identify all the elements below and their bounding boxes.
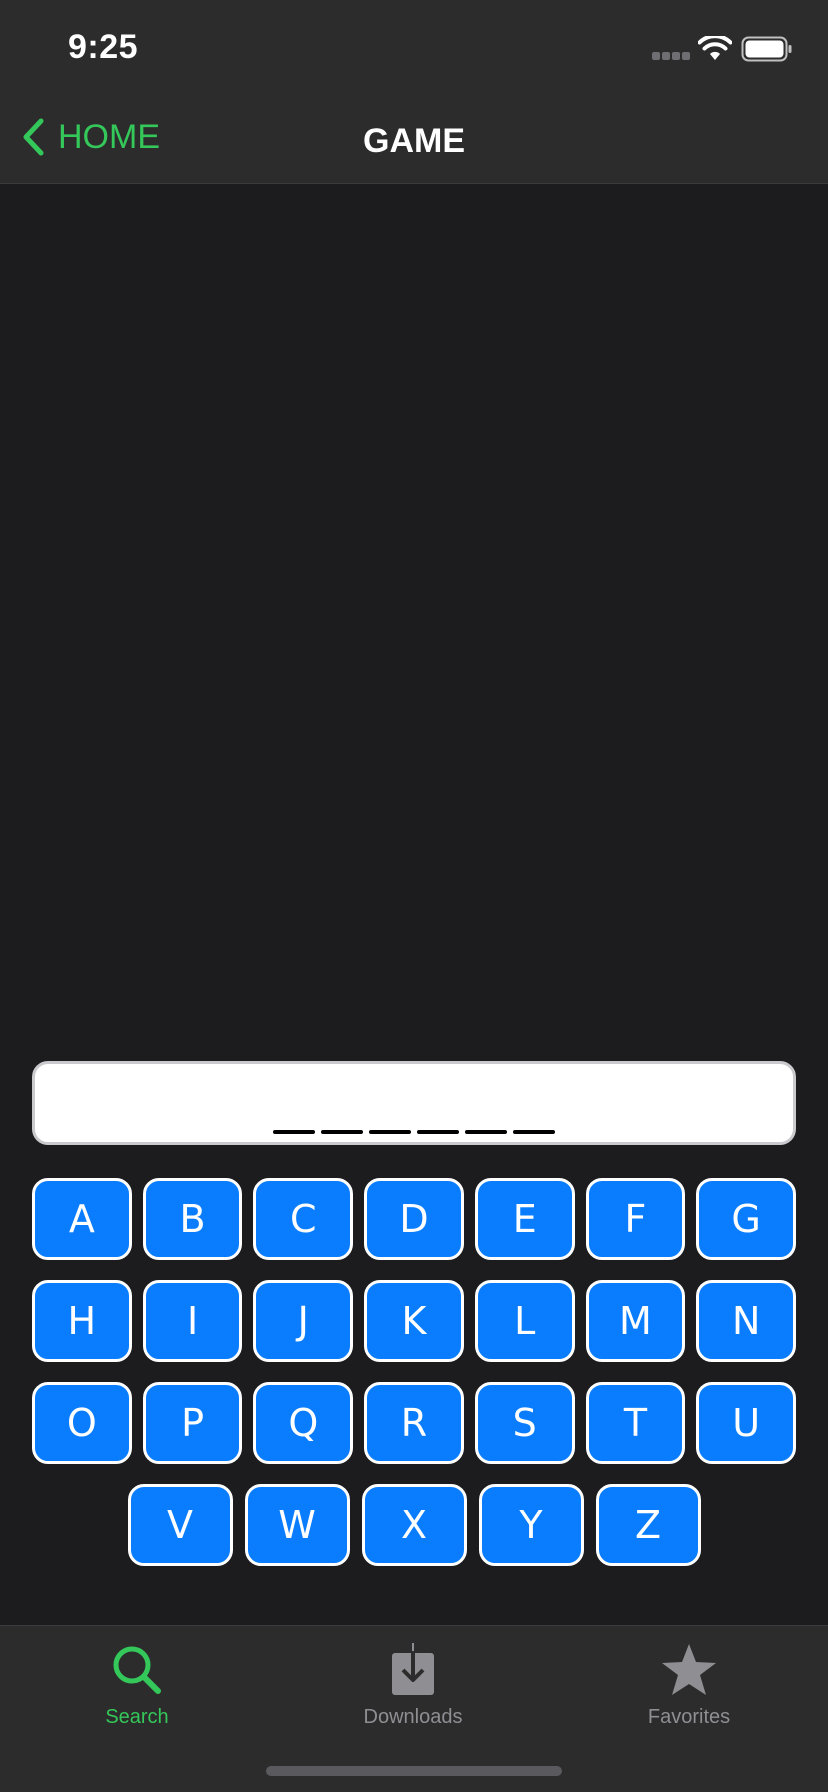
search-icon	[111, 1638, 163, 1702]
letter-key-y[interactable]: Y	[478, 1484, 584, 1566]
letter-key-o[interactable]: O	[31, 1382, 132, 1464]
navigation-bar: HOME GAME	[0, 92, 828, 184]
letter-key-q[interactable]: Q	[253, 1382, 354, 1464]
wifi-icon	[697, 34, 733, 67]
letter-key-c[interactable]: C	[253, 1178, 354, 1260]
tab-favorites[interactable]: Favorites	[589, 1638, 789, 1738]
letter-key-e[interactable]: E	[474, 1178, 575, 1260]
letter-blank	[321, 1130, 363, 1134]
keyboard-row: OPQRSTU	[31, 1382, 797, 1464]
letter-key-k[interactable]: K	[364, 1280, 464, 1362]
letter-key-x[interactable]: X	[361, 1484, 467, 1566]
cellular-signal-icon	[652, 52, 692, 62]
tab-bar: Search Downloads Favorites	[0, 1625, 828, 1792]
letter-key-m[interactable]: M	[585, 1280, 686, 1362]
battery-icon	[741, 36, 793, 67]
letter-key-f[interactable]: F	[585, 1178, 686, 1260]
letter-key-i[interactable]: I	[142, 1280, 243, 1362]
keyboard-row: HIJKLMN	[31, 1280, 797, 1362]
letter-key-n[interactable]: N	[696, 1280, 797, 1362]
letter-key-h[interactable]: H	[31, 1280, 132, 1362]
status-bar: 9:25	[0, 0, 828, 92]
letter-key-r[interactable]: R	[364, 1382, 464, 1464]
letter-key-g[interactable]: G	[696, 1178, 797, 1260]
letter-key-z[interactable]: Z	[595, 1484, 701, 1566]
letter-key-j[interactable]: J	[253, 1280, 354, 1362]
keyboard-row: VWXYZ	[32, 1484, 796, 1566]
letter-key-u[interactable]: U	[696, 1382, 797, 1464]
word-display	[32, 1061, 796, 1145]
letter-key-s[interactable]: S	[474, 1382, 575, 1464]
letter-key-v[interactable]: V	[127, 1484, 233, 1566]
letter-key-l[interactable]: L	[474, 1280, 575, 1362]
letter-key-a[interactable]: A	[31, 1178, 132, 1260]
letter-blank	[417, 1130, 459, 1134]
letter-key-b[interactable]: B	[142, 1178, 243, 1260]
status-time: 9:25	[68, 28, 139, 66]
star-icon	[660, 1638, 718, 1702]
letter-key-t[interactable]: T	[585, 1382, 686, 1464]
page-title: GAME	[363, 122, 465, 160]
letter-blank	[465, 1130, 507, 1134]
download-icon	[391, 1638, 435, 1702]
letter-blanks	[35, 1130, 793, 1134]
tab-search-label: Search	[105, 1706, 169, 1728]
letter-blank	[369, 1130, 411, 1134]
tab-search[interactable]: Search	[37, 1638, 237, 1738]
letter-key-w[interactable]: W	[244, 1484, 350, 1566]
letter-key-d[interactable]: D	[364, 1178, 464, 1260]
tab-downloads-label: Downloads	[363, 1706, 463, 1728]
keyboard-row: ABCDEFG	[31, 1178, 797, 1260]
tab-favorites-label: Favorites	[647, 1706, 731, 1728]
letter-blank	[273, 1130, 315, 1134]
home-indicator	[266, 1766, 562, 1776]
game-screen: 9:25 HO ME GAME A B C D E F G H I J K L M…	[0, 0, 828, 1792]
letter-blank	[513, 1130, 555, 1134]
letter-key-p[interactable]: P	[142, 1382, 243, 1464]
tab-downloads[interactable]: Downloads	[313, 1638, 513, 1738]
letter-keyboard: ABCDEFG HIJKLMN OPQRSTU VWXYZ	[31, 1178, 797, 1586]
